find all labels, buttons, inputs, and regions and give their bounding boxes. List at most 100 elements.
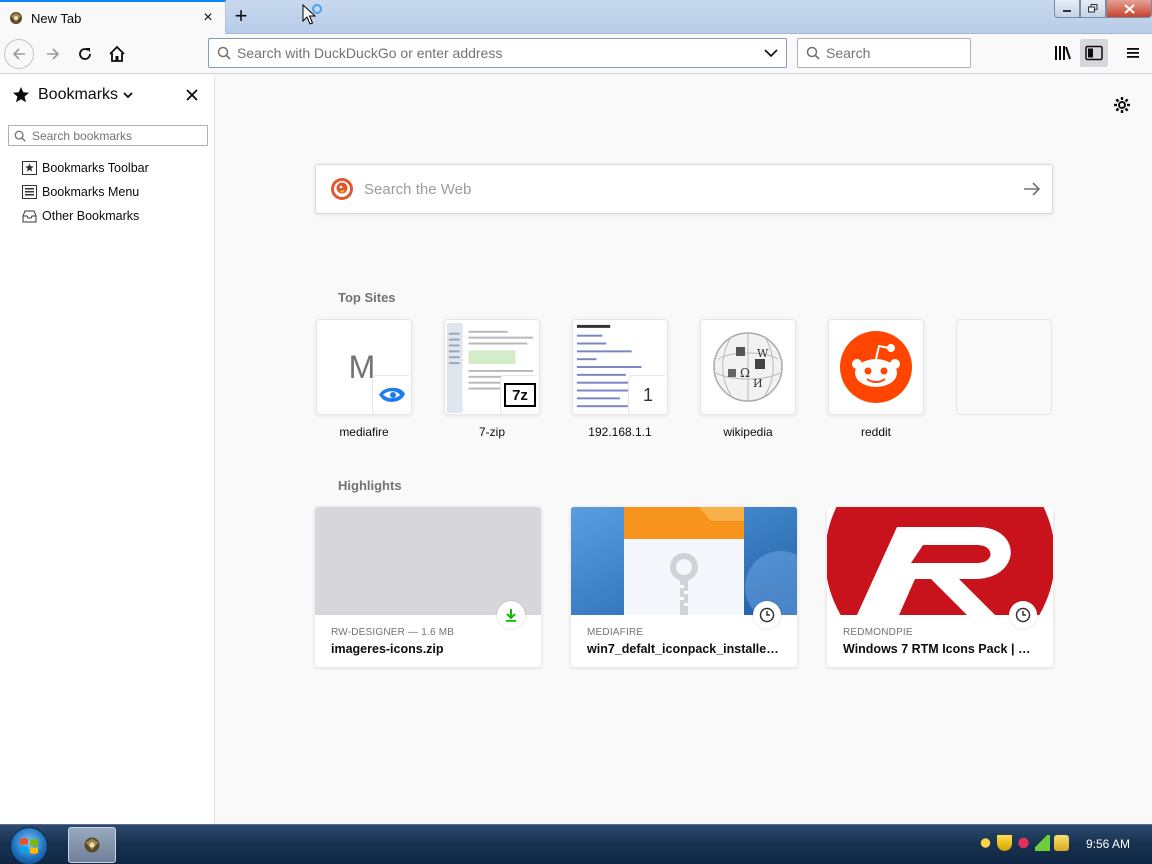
highlight-card-mediafire[interactable]: MEDIAFIRE win7_defalt_iconpack_installer…	[571, 507, 797, 667]
svg-text:И: И	[753, 377, 763, 390]
top-site-wikipedia[interactable]: Ω W И wikipedia	[700, 319, 796, 439]
tray-keys-icon[interactable]	[978, 835, 993, 851]
hamburger-menu-icon	[1127, 48, 1139, 58]
home-icon	[109, 45, 125, 62]
tab-close-icon[interactable]: ×	[197, 7, 219, 29]
7zip-icon: 7z	[500, 375, 539, 414]
address-input[interactable]: Search with DuckDuckGo or enter address	[237, 45, 756, 61]
browser-favicon-icon	[10, 12, 22, 24]
top-site-reddit[interactable]: reddit	[828, 319, 924, 439]
tab-title: New Tab	[31, 10, 82, 26]
clock-icon	[753, 601, 781, 629]
top-site-label: 7-zip	[478, 425, 505, 439]
tray-antivirus-icon[interactable]	[1016, 835, 1031, 851]
taskbar-clock[interactable]: 9:56 AM	[1086, 837, 1130, 851]
address-bar[interactable]: Search with DuckDuckGo or enter address	[208, 38, 787, 68]
sidebar-close-icon[interactable]	[182, 85, 202, 105]
highlight-title: Windows 7 RTM Icons Pack | R…	[843, 642, 1037, 656]
top-site-mediafire[interactable]: M mediafire	[316, 319, 412, 439]
browser-app-icon	[84, 837, 100, 853]
sidebar-item-label: Bookmarks Toolbar	[42, 161, 149, 175]
top-site-7zip[interactable]: 7z 7-zip	[444, 319, 540, 439]
top-site-empty[interactable]	[956, 319, 1052, 425]
web-search-input[interactable]: Search the Web	[364, 181, 1012, 198]
windows-taskbar: 9:56 AM	[0, 824, 1152, 864]
sidebar-item-bookmarks-toolbar[interactable]: Bookmarks Toolbar	[22, 158, 149, 178]
clock-icon	[1009, 601, 1037, 629]
window-controls	[1054, 0, 1152, 20]
top-site-label: mediafire	[339, 425, 389, 439]
bookmarks-search-input[interactable]: Search bookmarks	[32, 129, 132, 143]
arrow-right-icon[interactable]	[1012, 182, 1052, 196]
sidebar-item-label: Other Bookmarks	[42, 209, 140, 223]
bookmarks-sidebar: Bookmarks Search bookmarks Bookmarks Too…	[0, 75, 215, 824]
bookmarks-toolbar-icon	[22, 161, 37, 176]
search-input[interactable]: Search	[826, 45, 870, 61]
top-site-router[interactable]: 1 192.168.1.1	[572, 319, 668, 439]
highlight-image	[315, 507, 541, 615]
7zip-badge: 7z	[504, 383, 536, 407]
sidebar-item-label: Bookmarks Menu	[42, 185, 140, 199]
new-tab-button[interactable]: +	[228, 3, 254, 29]
download-icon	[497, 601, 525, 629]
reddit-icon	[840, 331, 912, 403]
highlight-source: MEDIAFIRE	[587, 627, 644, 638]
bookmarks-search-field[interactable]: Search bookmarks	[8, 125, 208, 146]
tray-shield-icon[interactable]	[997, 835, 1012, 851]
search-icon	[14, 130, 26, 142]
back-button[interactable]	[4, 39, 34, 69]
new-tab-page: Search the Web Top Sites M mediafire 7z	[216, 75, 1152, 824]
top-site-tile[interactable]: 7z	[444, 319, 540, 415]
highlight-card-redmondpie[interactable]: REDMONDPIE Windows 7 RTM Icons Pack | R…	[827, 507, 1053, 667]
library-icon	[1055, 46, 1071, 60]
start-button[interactable]	[10, 827, 48, 864]
reload-button[interactable]	[70, 39, 100, 69]
tab-new-tab[interactable]: New Tab ×	[0, 0, 226, 34]
top-site-label: reddit	[860, 425, 892, 439]
highlight-image	[827, 507, 1053, 615]
tray-network-icon[interactable]	[1035, 835, 1050, 851]
highlight-title: imageres-icons.zip	[331, 642, 444, 656]
chevron-down-icon[interactable]	[756, 46, 786, 60]
search-icon	[217, 46, 231, 60]
web-search-box[interactable]: Search the Web	[315, 164, 1053, 214]
svg-text:Ω: Ω	[740, 366, 750, 380]
bookmarks-menu-icon	[22, 185, 37, 200]
tab-strip: New Tab × +	[0, 0, 1152, 34]
zip-file-icon	[571, 507, 797, 615]
top-site-placeholder[interactable]	[956, 319, 1052, 415]
site-badge-icon: 1	[628, 375, 667, 414]
sidebar-title: Bookmarks	[38, 86, 119, 103]
forward-arrow-icon	[47, 48, 60, 60]
taskbar-browser-button[interactable]	[68, 827, 116, 863]
gear-icon[interactable]	[1111, 94, 1133, 116]
minimize-button[interactable]	[1054, 0, 1080, 18]
top-site-tile[interactable]: M	[316, 319, 412, 415]
top-site-tile[interactable]: 1	[572, 319, 668, 415]
top-site-tile[interactable]	[828, 319, 924, 415]
other-bookmarks-icon	[22, 209, 37, 224]
window-close-button[interactable]	[1106, 0, 1152, 18]
navigation-toolbar: Search with DuckDuckGo or enter address …	[0, 34, 1152, 74]
library-button[interactable]	[1049, 39, 1077, 67]
back-arrow-icon	[12, 48, 25, 60]
redmondpie-logo-icon	[827, 507, 1053, 615]
star-icon	[13, 87, 29, 103]
search-bar[interactable]: Search	[797, 38, 971, 68]
chevron-down-icon	[123, 92, 133, 99]
tray-app-icon[interactable]	[1054, 835, 1069, 851]
home-button[interactable]	[102, 39, 132, 69]
forward-button[interactable]	[38, 39, 68, 69]
svg-text:W: W	[757, 347, 769, 360]
wikipedia-globe-icon: Ω W И	[713, 332, 783, 402]
sidebar-item-bookmarks-menu[interactable]: Bookmarks Menu	[22, 182, 139, 202]
highlight-source: RW-DESIGNER — 1.6 MB	[331, 627, 455, 638]
top-site-tile[interactable]: Ω W И	[700, 319, 796, 415]
menu-button[interactable]	[1119, 39, 1147, 67]
duckduckgo-icon	[331, 178, 353, 200]
restore-button[interactable]	[1080, 0, 1106, 18]
sidebar-toggle-button[interactable]	[1080, 39, 1108, 67]
highlight-card-imageres[interactable]: RW-DESIGNER — 1.6 MB imageres-icons.zip	[315, 507, 541, 667]
top-site-label: wikipedia	[723, 425, 773, 439]
sidebar-item-other-bookmarks[interactable]: Other Bookmarks	[22, 206, 139, 226]
